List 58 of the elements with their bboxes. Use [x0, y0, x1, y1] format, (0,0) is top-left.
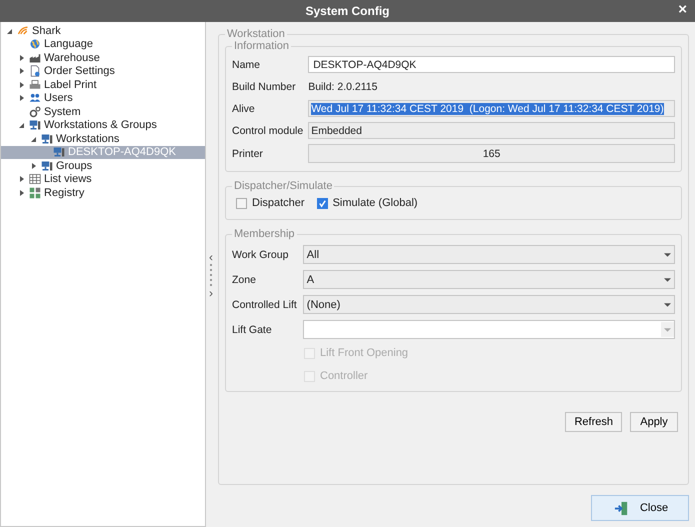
blocks-icon	[29, 186, 41, 199]
field-label: Printer	[232, 148, 264, 160]
checkbox[interactable]: Simulate (Global)	[316, 197, 418, 209]
splitter-handle[interactable]	[210, 264, 212, 286]
tree-item[interactable]: Language	[1, 38, 205, 51]
readonly-field[interactable]: 165	[308, 144, 675, 163]
field-label: Name	[232, 58, 262, 70]
readonly-field[interactable]: Wed Jul 17 11:32:34 CEST 2019 (Logon: Wed Jul 17 11:32:34 CEST 2019)	[308, 100, 675, 117]
globe-icon	[29, 38, 41, 50]
window-title: System Config	[305, 4, 390, 18]
field-label: Build Number	[232, 80, 297, 92]
group-title: Membership	[233, 228, 296, 240]
tree-item[interactable]: Order Settings	[1, 64, 205, 78]
field-label: Controlled Lift	[232, 298, 297, 310]
field-value: Build: 2.0.2115	[308, 80, 378, 94]
field-label: Work Group	[232, 248, 290, 260]
dropdown[interactable]: (None)	[302, 295, 675, 314]
printer-icon	[29, 78, 41, 91]
document-icon	[29, 65, 41, 78]
field-label: Alive	[232, 102, 256, 114]
tree-item[interactable]: Shark	[1, 24, 205, 38]
tree-item[interactable]: Registry	[1, 186, 205, 200]
tree-item[interactable]: Users	[1, 92, 205, 105]
field-label: Zone	[232, 274, 257, 286]
tree-item[interactable]: Workstations & Groups	[1, 118, 205, 132]
action-button[interactable]: Refresh	[565, 412, 622, 432]
tree-item[interactable]: Warehouse	[1, 51, 205, 64]
checkmark-icon	[318, 198, 327, 208]
name-field[interactable]: DESKTOP-AQ4D9QK	[308, 56, 675, 73]
gears-icon	[29, 106, 41, 118]
monitor-icon	[53, 146, 65, 158]
expand-right-arrow[interactable]: ›	[209, 288, 213, 298]
tree-item[interactable]: Workstations	[1, 132, 205, 146]
action-button[interactable]: Apply	[630, 412, 678, 432]
readonly-field[interactable]: Embedded	[308, 122, 675, 139]
checkbox[interactable]: Dispatcher	[236, 197, 305, 209]
group-title: Dispatcher/Simulate	[233, 180, 334, 192]
tree-item[interactable]: Label Print	[1, 78, 205, 92]
users-icon	[29, 92, 41, 104]
tree-item[interactable]: Groups	[1, 159, 205, 172]
monitor-icon	[41, 160, 53, 172]
monitor-icon	[29, 119, 41, 132]
monitor-icon	[41, 132, 53, 145]
dropdown[interactable]: All	[302, 245, 675, 264]
field-label: Control module	[232, 124, 304, 136]
table-icon	[29, 173, 41, 186]
tree-item[interactable]: List views	[1, 172, 205, 186]
close-button[interactable]: ×	[674, 1, 691, 19]
dropdown[interactable]: A	[302, 270, 675, 289]
field-label: Lift Gate	[232, 324, 273, 336]
group-title: Workstation	[226, 28, 286, 40]
collapse-left-arrow[interactable]: ‹	[209, 252, 213, 262]
tree-item[interactable]: System	[1, 105, 205, 118]
factory-icon	[29, 52, 41, 64]
group-title: Information	[233, 40, 290, 52]
close-dialog-button[interactable]: Close	[591, 495, 689, 521]
logo-icon	[17, 24, 29, 37]
exit-icon	[614, 500, 629, 516]
